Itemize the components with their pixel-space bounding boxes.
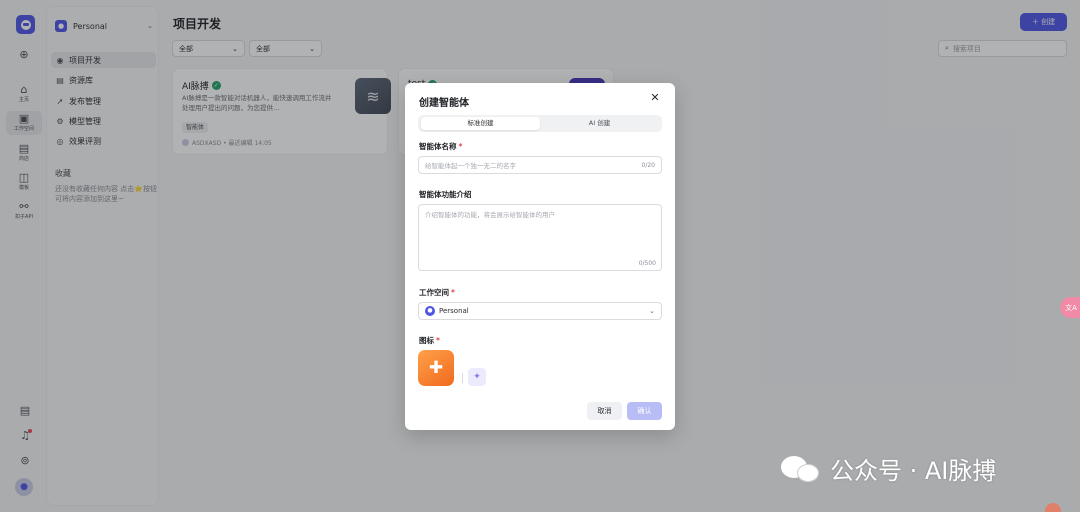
watermark-text: 公众号 · AI脉搏	[830, 457, 997, 485]
agent-desc-placeholder: 介绍智能体的功能，将会展示给智能体的用户	[425, 211, 555, 219]
chevron-down-icon: ⌄	[649, 307, 655, 315]
workspace-label: 工作空间 *	[419, 287, 455, 298]
workspace-select-value: Personal	[439, 307, 469, 315]
user-icon: ●	[425, 306, 435, 316]
floating-avatar[interactable]	[1045, 503, 1061, 512]
create-mode-tabs: 标准创建 AI 创建	[418, 115, 662, 132]
agent-name-input[interactable]: 给智能体起一个独一无二的名字 0/20	[418, 156, 662, 174]
agent-desc-count: 0/500	[638, 260, 656, 267]
agent-desc-label: 智能体功能介绍	[419, 190, 472, 199]
required-mark: *	[436, 336, 440, 345]
agent-desc-textarea[interactable]: 介绍智能体的功能，将会展示给智能体的用户 0/500	[418, 204, 662, 271]
wechat-icon	[781, 454, 821, 484]
create-agent-dialog: 创建智能体 ✕ 标准创建 AI 创建 智能体名称 * 给智能体起一个独一无二的名字…	[405, 83, 675, 430]
confirm-button[interactable]: 确认	[627, 402, 662, 420]
cancel-button[interactable]: 取消	[587, 402, 622, 420]
sparkle-icon[interactable]: ✦	[468, 368, 486, 386]
watermark: 公众号 · AI脉搏	[781, 451, 996, 486]
icon-label-text: 图标	[419, 336, 434, 345]
workspace-select[interactable]: ● Personal ⌄	[418, 302, 662, 320]
required-mark: *	[458, 142, 463, 151]
dialog-title: 创建智能体	[419, 98, 469, 109]
icon-label: 图标 *	[419, 335, 440, 346]
workspace-label-text: 工作空间	[419, 288, 449, 297]
translate-icon[interactable]: 文A	[1060, 297, 1080, 318]
close-icon[interactable]: ✕	[649, 92, 661, 104]
required-mark: *	[451, 288, 455, 297]
divider	[462, 373, 463, 383]
tab-ai-create[interactable]: AI 创建	[540, 117, 659, 130]
tab-standard-create[interactable]: 标准创建	[421, 117, 540, 130]
agent-name-placeholder: 给智能体起一个独一无二的名字	[425, 162, 516, 170]
agent-name-count: 0/20	[641, 161, 655, 169]
agent-name-label-text: 智能体名称	[419, 142, 457, 151]
agent-name-label: 智能体名称 *	[419, 141, 462, 152]
puzzle-icon[interactable]: ✚	[418, 350, 454, 386]
